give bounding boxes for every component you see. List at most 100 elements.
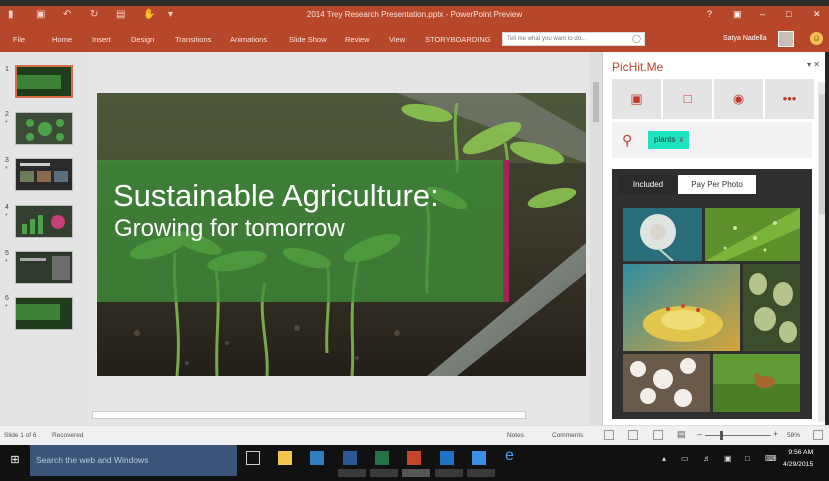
zoom-slider-knob[interactable] bbox=[720, 431, 723, 440]
pane-title: PicHit.Me bbox=[612, 60, 664, 74]
store-icon[interactable] bbox=[310, 451, 324, 465]
photo-leaf-drops[interactable] bbox=[705, 208, 800, 261]
tab-review[interactable]: Review bbox=[345, 35, 370, 44]
help-button[interactable]: ? bbox=[707, 9, 712, 19]
thumbnail-band bbox=[17, 75, 61, 89]
zoom-in-icon[interactable]: + bbox=[773, 429, 778, 439]
zoom-out-icon[interactable]: – bbox=[697, 429, 702, 439]
taskbar-search-box[interactable]: Search the web and Windows bbox=[30, 445, 237, 476]
slide-thumbnail-2[interactable] bbox=[15, 112, 73, 145]
slide-thumbnails-pane: 1 2 * 3 * 4 * 5 * 6 * bbox=[0, 52, 88, 425]
zoom-slider[interactable] bbox=[705, 435, 771, 436]
fit-to-window-icon[interactable] bbox=[813, 430, 823, 440]
user-name[interactable]: Satya Nadella bbox=[723, 35, 767, 42]
search-tag-label: plants bbox=[654, 135, 676, 144]
network-icon[interactable]: ▣ bbox=[724, 454, 732, 463]
animation-star-icon: * bbox=[5, 166, 8, 173]
animation-star-icon: * bbox=[5, 213, 8, 220]
feedback-smiley-icon[interactable]: ☺ bbox=[810, 32, 823, 45]
horizontal-scrollbar[interactable] bbox=[92, 411, 526, 419]
folder-icon[interactable]: □ bbox=[663, 79, 713, 119]
close-button[interactable]: ✕ bbox=[813, 9, 821, 20]
tab-home[interactable]: Home bbox=[52, 35, 72, 44]
word-icon[interactable] bbox=[343, 451, 357, 465]
slide-sorter-icon[interactable] bbox=[628, 430, 638, 440]
search-row: ⚲ plants x bbox=[612, 122, 812, 158]
photo-succulent[interactable] bbox=[743, 264, 800, 351]
camera-add-icon[interactable]: ◉ bbox=[714, 79, 764, 119]
keyboard-icon[interactable]: ⌨ bbox=[765, 454, 777, 463]
remove-tag-icon[interactable]: x bbox=[679, 135, 683, 144]
tab-pay-per-photo[interactable]: Pay Per Photo bbox=[678, 175, 756, 194]
animation-star-icon: * bbox=[5, 120, 8, 127]
reading-view-icon[interactable] bbox=[653, 430, 663, 440]
edge-browser-icon[interactable]: e bbox=[505, 447, 519, 464]
taskbar-running-indicator bbox=[402, 469, 430, 477]
thumbnail-number: 3 bbox=[5, 157, 9, 164]
tab-slide-show[interactable]: Slide Show bbox=[289, 35, 327, 44]
outlook-icon[interactable] bbox=[440, 451, 454, 465]
clock-date: 4/29/2015 bbox=[783, 461, 814, 468]
volume-icon[interactable]: ♬ bbox=[703, 454, 711, 463]
taskbar-clock[interactable]: 9:56 AM 4/29/2015 bbox=[783, 447, 813, 471]
photo-white-blossoms[interactable] bbox=[623, 354, 710, 412]
thumbnail-number: 2 bbox=[5, 111, 9, 118]
settings-app-icon[interactable] bbox=[472, 451, 486, 465]
image-icon[interactable]: ▣ bbox=[612, 79, 662, 119]
current-slide[interactable]: Sustainable Agriculture: Growing for tom… bbox=[97, 93, 586, 376]
minimize-button[interactable]: – bbox=[760, 9, 765, 19]
maximize-button[interactable]: □ bbox=[786, 9, 791, 19]
thumbnail-number: 6 bbox=[5, 295, 9, 302]
scroll-thumb[interactable] bbox=[593, 82, 599, 122]
tell-me-search[interactable]: Tell me what you want to do... ◯ bbox=[502, 32, 645, 46]
zoom-level[interactable]: 58% bbox=[787, 432, 800, 439]
tab-storyboarding[interactable]: STORYBOARDING bbox=[425, 35, 491, 44]
file-explorer-icon[interactable] bbox=[278, 451, 292, 465]
normal-view-icon[interactable] bbox=[604, 430, 614, 440]
tab-animations[interactable]: Animations bbox=[230, 35, 267, 44]
photo-image bbox=[743, 264, 800, 351]
excel-icon[interactable] bbox=[375, 451, 389, 465]
editor-vertical-scrollbar[interactable] bbox=[590, 52, 602, 425]
action-center-icon[interactable]: □ bbox=[745, 454, 750, 463]
battery-icon[interactable]: ▭ bbox=[681, 454, 689, 463]
tell-me-placeholder: Tell me what you want to do... bbox=[507, 36, 587, 42]
taskbar-running-indicator bbox=[467, 469, 495, 477]
slide-thumbnail-5[interactable] bbox=[15, 251, 73, 284]
recovered-label: Recovered bbox=[52, 432, 84, 439]
slide-thumbnail-4[interactable] bbox=[15, 205, 73, 238]
more-icon[interactable]: ••• bbox=[765, 79, 815, 119]
pichit-task-pane: PicHit.Me ▾ ✕ ▣ □ ◉ ••• ⚲ plants x Includ… bbox=[602, 52, 829, 425]
tab-file[interactable]: File bbox=[13, 35, 25, 44]
thumbnail-number: 1 bbox=[5, 66, 9, 73]
ribbon-display-button[interactable]: ▣ bbox=[733, 9, 742, 20]
tab-included[interactable]: Included bbox=[619, 175, 677, 194]
tab-design[interactable]: Design bbox=[131, 35, 154, 44]
comments-button[interactable]: Comments bbox=[552, 432, 583, 439]
slide-thumbnail-3[interactable] bbox=[15, 158, 73, 191]
title-bar: ▮ ▣ ↶ ↻ ▤ ✋ ▾ 2014 Trey Research Present… bbox=[0, 6, 829, 26]
slide-subtitle[interactable]: Growing for tomorrow bbox=[114, 215, 345, 243]
tab-view[interactable]: View bbox=[389, 35, 405, 44]
photo-yellow-flower[interactable] bbox=[623, 264, 740, 351]
tab-transitions[interactable]: Transitions bbox=[175, 35, 211, 44]
slide-title[interactable]: Sustainable Agriculture: bbox=[113, 178, 439, 214]
avatar[interactable] bbox=[778, 31, 794, 47]
task-view-icon[interactable] bbox=[246, 451, 260, 465]
pane-controls[interactable]: ▾ ✕ bbox=[807, 60, 820, 69]
powerpoint-icon[interactable] bbox=[407, 451, 421, 465]
search-tag-chip[interactable]: plants x bbox=[648, 131, 690, 149]
photo-deer-in-grass[interactable] bbox=[713, 354, 800, 412]
notes-button[interactable]: Notes bbox=[507, 432, 524, 439]
animation-star-icon: * bbox=[5, 304, 8, 311]
photo-image bbox=[623, 208, 702, 261]
slide-thumbnail-6[interactable] bbox=[15, 297, 73, 330]
slide-thumbnail-1[interactable] bbox=[15, 65, 73, 98]
search-icon[interactable]: ⚲ bbox=[622, 132, 632, 149]
slideshow-view-icon[interactable]: ▤ bbox=[677, 429, 686, 440]
show-hidden-icons-icon[interactable]: ▴ bbox=[662, 454, 666, 463]
tab-insert[interactable]: Insert bbox=[92, 35, 111, 44]
status-bar: Slide 1 of 6 Recovered Notes Comments ▤ … bbox=[0, 425, 829, 445]
photo-dandelion[interactable] bbox=[623, 208, 702, 261]
start-windows-icon[interactable]: ⊞ bbox=[0, 445, 30, 476]
